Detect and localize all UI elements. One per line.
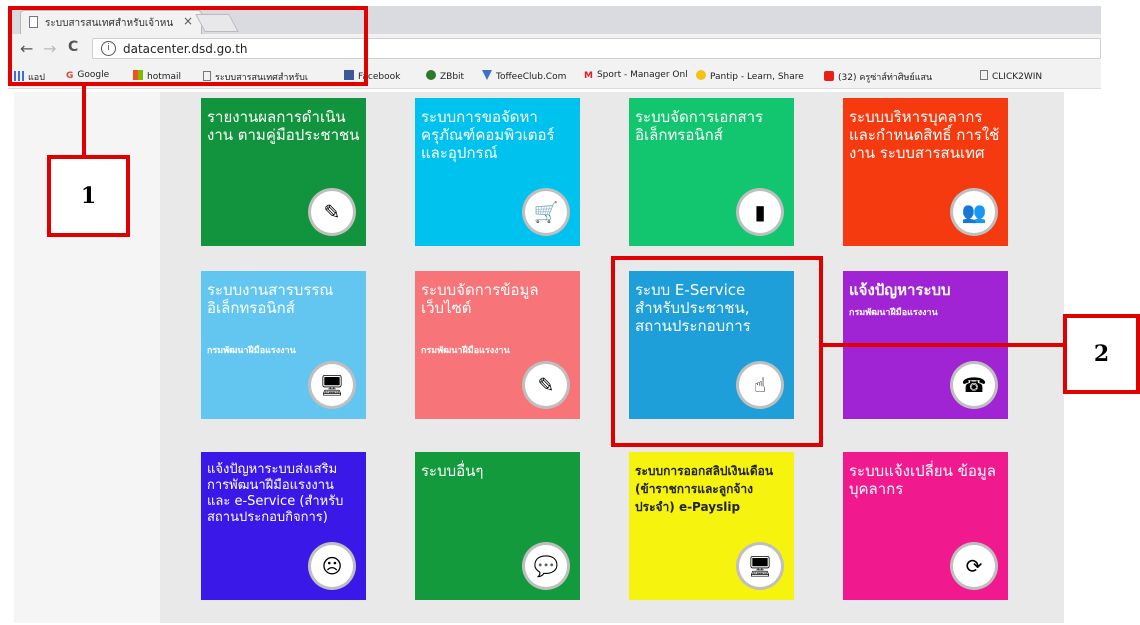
annotation-line-1 xyxy=(82,86,86,156)
bookmark-click2win[interactable]: CLICK2WIN xyxy=(980,70,1042,82)
annotation-label-1: 1 xyxy=(47,155,130,237)
bookmark-sport-manager[interactable]: M Sport - Manager Onl xyxy=(584,70,688,81)
tile-title: ระบบการขอจัดหา ครุภัณฑ์คอมพิวเตอร์ และอุ… xyxy=(421,108,555,162)
bookmark-zbbit[interactable]: ZBbit xyxy=(426,70,464,82)
tile-subtitle: กรมพัฒนาฝีมือแรงงาน xyxy=(849,308,938,318)
bookmark-toffeeclub[interactable]: ToffeeClub.Com xyxy=(482,70,566,82)
bookmark-pantip[interactable]: Pantip - Learn, Share xyxy=(696,70,804,82)
annotation-line-2 xyxy=(823,343,1063,347)
zbbit-icon xyxy=(426,70,436,80)
tile-title: ระบบอื่นๆ xyxy=(421,462,484,480)
tablet-cart-icon: 🛒 xyxy=(522,188,570,236)
page-icon xyxy=(980,70,988,80)
e-statement-icon: 🖥 xyxy=(736,542,784,590)
youtube-icon xyxy=(824,71,834,81)
bookmark-youtube[interactable]: (32) ครูซ่าส์ท่าศิษย์แสน xyxy=(824,70,932,84)
tile-title: ระบบจัดการข้อมูล เว็บไซต์ xyxy=(421,281,539,317)
tile-1[interactable]: รายงานผลการดำเนินงาน ตามคู่มือประชาชน ✎ xyxy=(201,98,366,246)
tile-10[interactable]: ระบบอื่นๆ 💬 xyxy=(415,452,580,600)
annotation-box-2 xyxy=(611,256,823,447)
tile-title: ระบบงานสารบรรณ อิเล็กทรอนิกส์ xyxy=(207,281,334,317)
tile-subtitle: กรมพัฒนาฝีมือแรงงาน xyxy=(421,346,510,356)
tile-title: ระบบแจ้งเปลี่ยน ข้อมูลบุคลากร xyxy=(849,462,996,498)
support-agent-icon: ☎ xyxy=(950,361,998,409)
tile-5[interactable]: ระบบงานสารบรรณ อิเล็กทรอนิกส์กรมพัฒนาฝีม… xyxy=(201,271,366,419)
people-icon: 👥 xyxy=(950,188,998,236)
tile-2[interactable]: ระบบการขอจัดหา ครุภัณฑ์คอมพิวเตอร์ และอุ… xyxy=(415,98,580,246)
annotation-label-2: 2 xyxy=(1063,314,1140,394)
annotation-box-1 xyxy=(8,6,368,86)
tile-title: ระบบจัดการเอกสาร อิเล็กทรอนิกส์ xyxy=(635,108,764,144)
tile-subtitle: กรมพัฒนาฝีมือแรงงาน xyxy=(207,346,296,356)
tile-title: รายงานผลการดำเนินงาน ตามคู่มือประชาชน xyxy=(207,108,360,144)
tile-title: ระบบการออกสลิปเงินเดือน (ข้าราชการและลูก… xyxy=(635,464,774,514)
edit-document-icon: ✎ xyxy=(522,361,570,409)
people-cycle-icon: ⟳ xyxy=(950,542,998,590)
desk-icon: 🖥 xyxy=(308,361,356,409)
tile-12[interactable]: ระบบแจ้งเปลี่ยน ข้อมูลบุคลากร ⟳ xyxy=(843,452,1008,600)
tile-9[interactable]: แจ้งปัญหาระบบส่งเสริม การพัฒนาฝีมือแรงงา… xyxy=(201,452,366,600)
tile-title: แจ้งปัญหาระบบ xyxy=(849,281,951,299)
document-pen-icon: ✎ xyxy=(308,188,356,236)
pantip-icon xyxy=(696,70,706,80)
chat-bubble-icon: 💬 xyxy=(522,542,570,590)
tile-title: ระบบบริหารบุคลากร และกำหนดสิทธิ์ การใช้ง… xyxy=(849,108,1000,162)
folder-icon: ▮ xyxy=(736,188,784,236)
sad-face-icon: ☹ xyxy=(308,542,356,590)
tile-3[interactable]: ระบบจัดการเอกสาร อิเล็กทรอนิกส์ ▮ xyxy=(629,98,794,246)
gmail-icon: M xyxy=(584,71,593,81)
tile-4[interactable]: ระบบบริหารบุคลากร และกำหนดสิทธิ์ การใช้ง… xyxy=(843,98,1008,246)
tile-11[interactable]: ระบบการออกสลิปเงินเดือน (ข้าราชการและลูก… xyxy=(629,452,794,600)
toffee-icon xyxy=(482,70,492,80)
tile-title: แจ้งปัญหาระบบส่งเสริม การพัฒนาฝีมือแรงงา… xyxy=(207,462,344,525)
tile-6[interactable]: ระบบจัดการข้อมูล เว็บไซต์กรมพัฒนาฝีมือแร… xyxy=(415,271,580,419)
